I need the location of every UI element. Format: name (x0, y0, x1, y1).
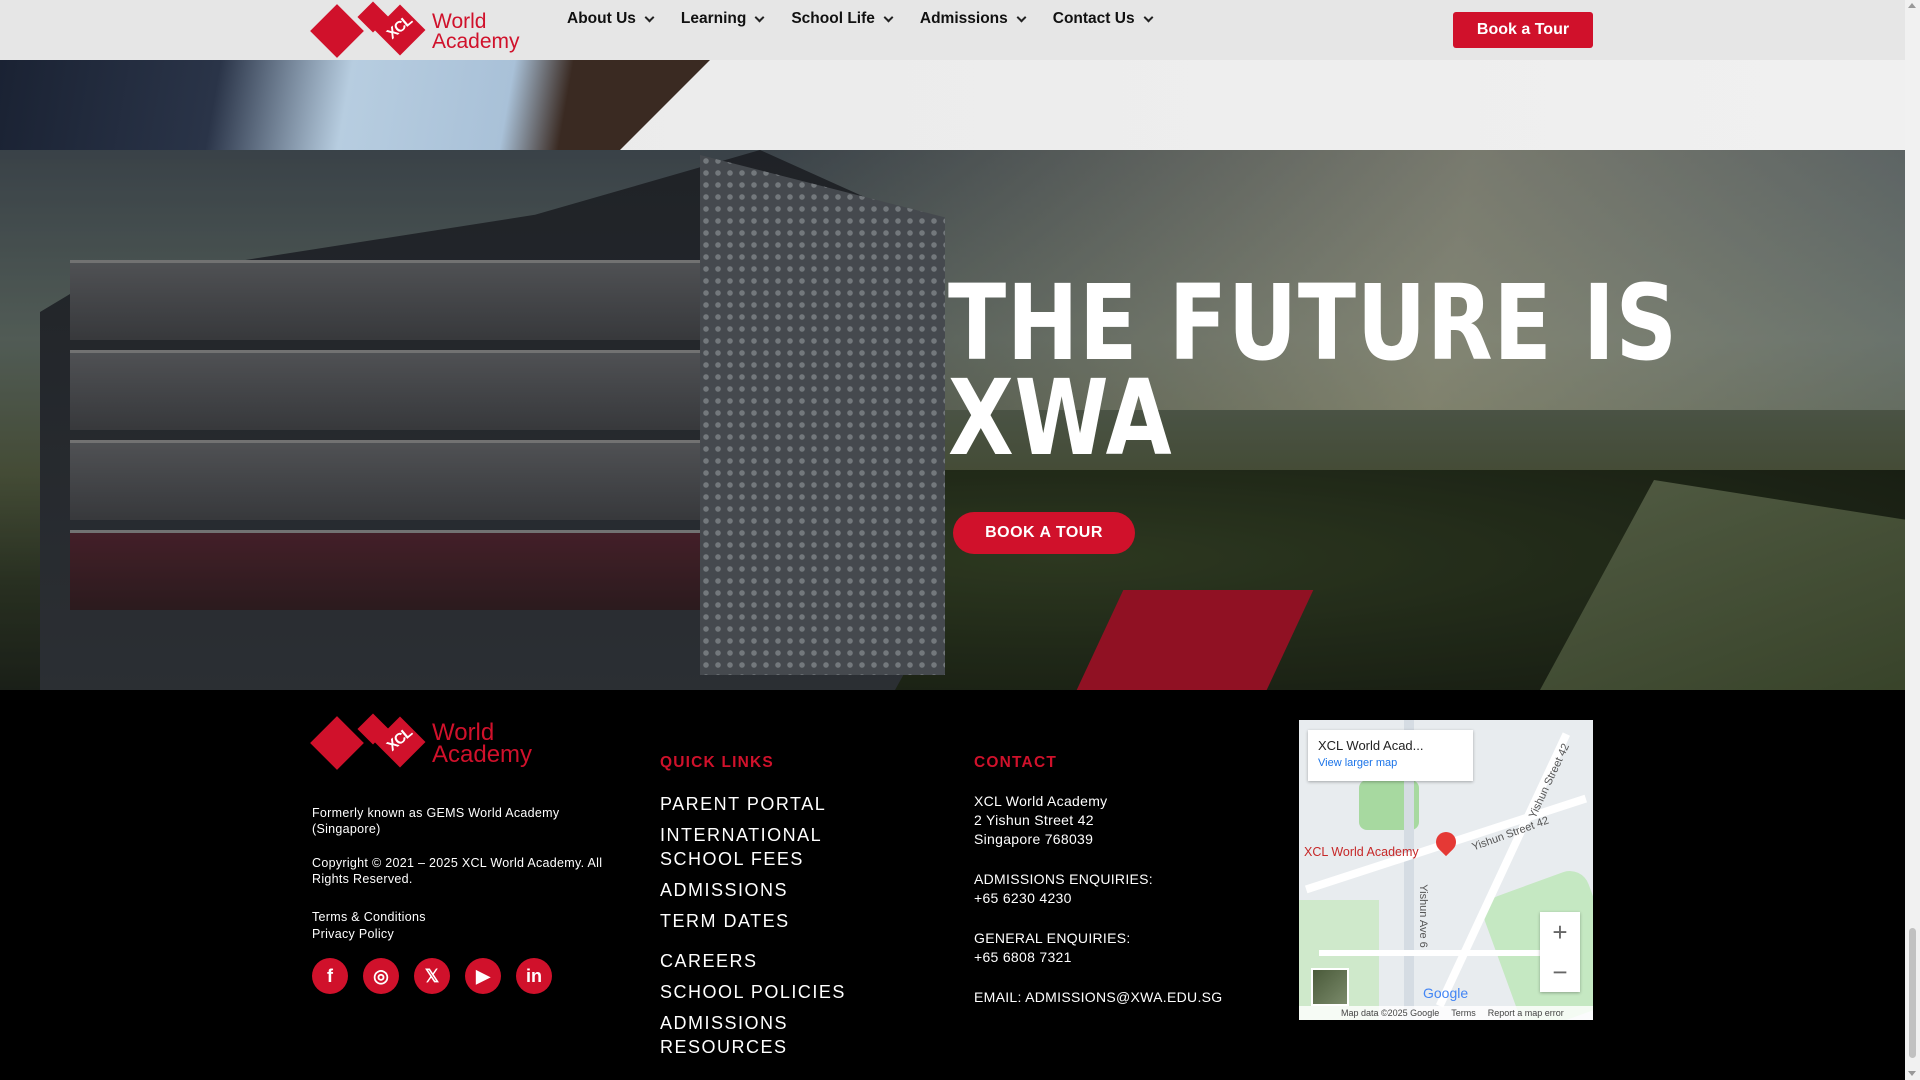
map-street-label: Yishun Ave 6 (1416, 884, 1429, 948)
hero-section: THE FUTURE IS XWA BOOK A TOUR (0, 150, 1905, 690)
quick-link-careers[interactable]: CAREERS (660, 949, 910, 973)
map-pin-icon[interactable] (1431, 827, 1461, 857)
chevron-down-icon (1143, 12, 1154, 22)
logo-word-line2: Academy (432, 30, 520, 53)
map-zoom-controls: + − (1540, 912, 1580, 992)
logo-word-line2: Academy (432, 741, 533, 768)
nav-school-life[interactable]: School Life (791, 10, 894, 28)
quick-links: PARENT PORTAL INTERNATIONAL SCHOOL FEES … (660, 792, 910, 1059)
scrollbar[interactable] (1905, 0, 1920, 1080)
scroll-up-arrow-icon[interactable] (1908, 3, 1916, 8)
copyright: Copyright © 2021 – 2025 XCL World Academ… (312, 856, 603, 886)
top-photo-strip (0, 60, 1905, 150)
header-logo[interactable]: XCL World Academy (310, 1, 520, 62)
logo-wordmark: World Academy (432, 721, 533, 768)
instagram-icon[interactable]: ◎ (363, 958, 399, 994)
hero-book-tour-button[interactable]: BOOK A TOUR (953, 512, 1135, 554)
general-enquiries: GENERAL ENQUIRIES: +65 6808 7321 (974, 929, 1254, 967)
quick-link-school-policies[interactable]: SCHOOL POLICIES (660, 980, 910, 1004)
nav-about-us[interactable]: About Us (567, 10, 655, 28)
quick-link-term-dates[interactable]: TERM DATES (660, 909, 910, 933)
nav-label: School Life (791, 10, 875, 27)
quick-link-parent-portal[interactable]: PARENT PORTAL (660, 792, 910, 816)
general-label: GENERAL ENQUIRIES: (974, 930, 1131, 946)
contact-details: XCL World Academy 2 Yishun Street 42 Sin… (974, 792, 1254, 1007)
logo-wordmark: World Academy (432, 10, 520, 53)
nav-learning[interactable]: Learning (680, 10, 765, 28)
hero-title-line2: XWA (948, 357, 1173, 479)
map-place-title: XCL World Acad... (1318, 738, 1424, 753)
email-line[interactable]: EMAIL: ADMISSIONS@XWA.EDU.SG (974, 988, 1254, 1007)
contact-heading: CONTACT (974, 754, 1058, 771)
nav-contact-us[interactable]: Contact Us (1052, 10, 1154, 28)
chevron-down-icon (644, 12, 655, 22)
page: XCL World Academy About Us Learning Scho… (0, 0, 1920, 1080)
site-header: XCL World Academy About Us Learning Scho… (0, 0, 1905, 60)
map-pin-label: XCL World Academy (1304, 845, 1419, 859)
quick-link-admissions[interactable]: ADMISSIONS (660, 878, 910, 902)
main-nav: About Us Learning School Life Admissions… (567, 10, 1180, 28)
map-attribution: Map data ©2025 Google Terms Report a map… (1299, 1006, 1593, 1020)
chevron-down-icon (1016, 12, 1027, 22)
linkedin-icon[interactable]: in (516, 958, 552, 994)
student-photo (0, 60, 710, 150)
x-twitter-icon[interactable]: 𝕏 (414, 958, 450, 994)
site-footer: XCL World Academy Formerly known as GEMS… (0, 690, 1905, 1080)
admissions-phone[interactable]: +65 6230 4230 (974, 889, 1254, 908)
logo-word-line1: World (432, 10, 487, 33)
youtube-icon[interactable]: ▶ (465, 958, 501, 994)
nav-label: Contact Us (1052, 10, 1135, 27)
former-name-note: Formerly known as GEMS World Academy (Si… (312, 806, 560, 836)
privacy-link[interactable]: Privacy Policy (312, 926, 394, 942)
nav-admissions[interactable]: Admissions (919, 10, 1027, 28)
scroll-down-arrow-icon[interactable] (1908, 1071, 1916, 1076)
terms-link[interactable]: Terms & Conditions (312, 909, 426, 925)
zoom-out-button[interactable]: − (1540, 952, 1580, 992)
embedded-map[interactable]: Yishun Street 42 Yishun Street 42 Yishun… (1299, 720, 1593, 1020)
logo-mark: XCL (310, 1, 430, 62)
map-terms-link[interactable]: Terms (1451, 1008, 1476, 1018)
chevron-down-icon (754, 12, 765, 22)
nav-label: Admissions (919, 10, 1008, 27)
quick-links-heading: QUICK LINKS (660, 754, 774, 771)
hero-title: THE FUTURE IS XWA (948, 271, 1678, 479)
map-data-text: Map data ©2025 Google (1341, 1008, 1440, 1018)
social-links: f ◎ 𝕏 ▶ in (312, 958, 552, 994)
quick-link-school-fees[interactable]: INTERNATIONAL SCHOOL FEES (660, 823, 910, 871)
view-larger-map-link[interactable]: View larger map (1318, 757, 1463, 769)
chevron-down-icon (883, 12, 894, 22)
admissions-label: ADMISSIONS ENQUIRIES: (974, 871, 1153, 887)
map-report-link[interactable]: Report a map error (1488, 1008, 1564, 1018)
satellite-toggle[interactable] (1311, 968, 1349, 1006)
logo-mark: XCL (310, 713, 430, 774)
scroll-thumb[interactable] (1909, 928, 1916, 1058)
contact-street: 2 Yishun Street 42 (974, 812, 1094, 828)
zoom-in-button[interactable]: + (1540, 912, 1580, 952)
general-phone[interactable]: +65 6808 7321 (974, 948, 1254, 967)
facebook-icon[interactable]: f (312, 958, 348, 994)
book-tour-button[interactable]: Book a Tour (1453, 12, 1593, 48)
address-block: XCL World Academy 2 Yishun Street 42 Sin… (974, 792, 1254, 849)
contact-school-name: XCL World Academy (974, 793, 1108, 809)
google-logo: Google (1423, 985, 1469, 1001)
map-place-card: XCL World Acad... View larger map (1308, 730, 1473, 781)
footer-logo[interactable]: XCL World Academy (310, 713, 533, 774)
quick-link-admissions-resources[interactable]: ADMISSIONS RESOURCES (660, 1011, 910, 1059)
admissions-enquiries: ADMISSIONS ENQUIRIES: +65 6230 4230 (974, 870, 1254, 908)
contact-city: Singapore 768039 (974, 831, 1094, 847)
nav-label: About Us (567, 10, 636, 27)
nav-label: Learning (680, 10, 747, 27)
